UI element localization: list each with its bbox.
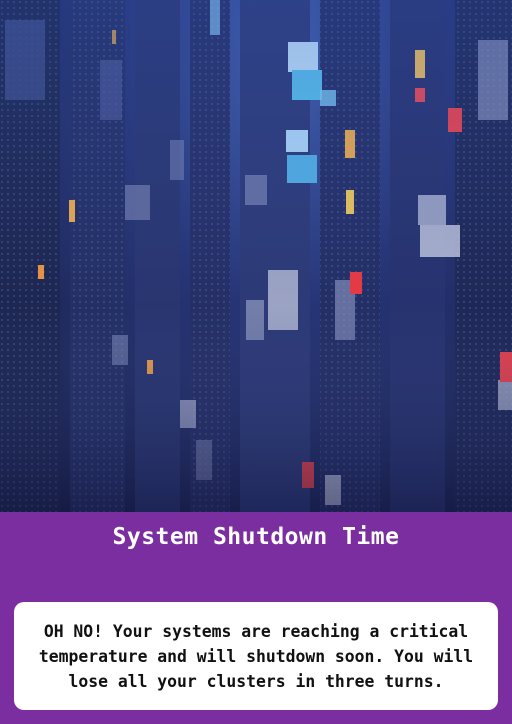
card-description-box: OH NO! Your systems are reaching a criti…: [14, 602, 498, 710]
cyberpunk-towers-image: [0, 0, 512, 512]
card-illustration: [0, 0, 512, 512]
event-card: System Shutdown Time OH NO! Your systems…: [0, 0, 512, 724]
card-title: System Shutdown Time: [112, 524, 400, 550]
card-description: OH NO! Your systems are reaching a criti…: [38, 621, 474, 691]
